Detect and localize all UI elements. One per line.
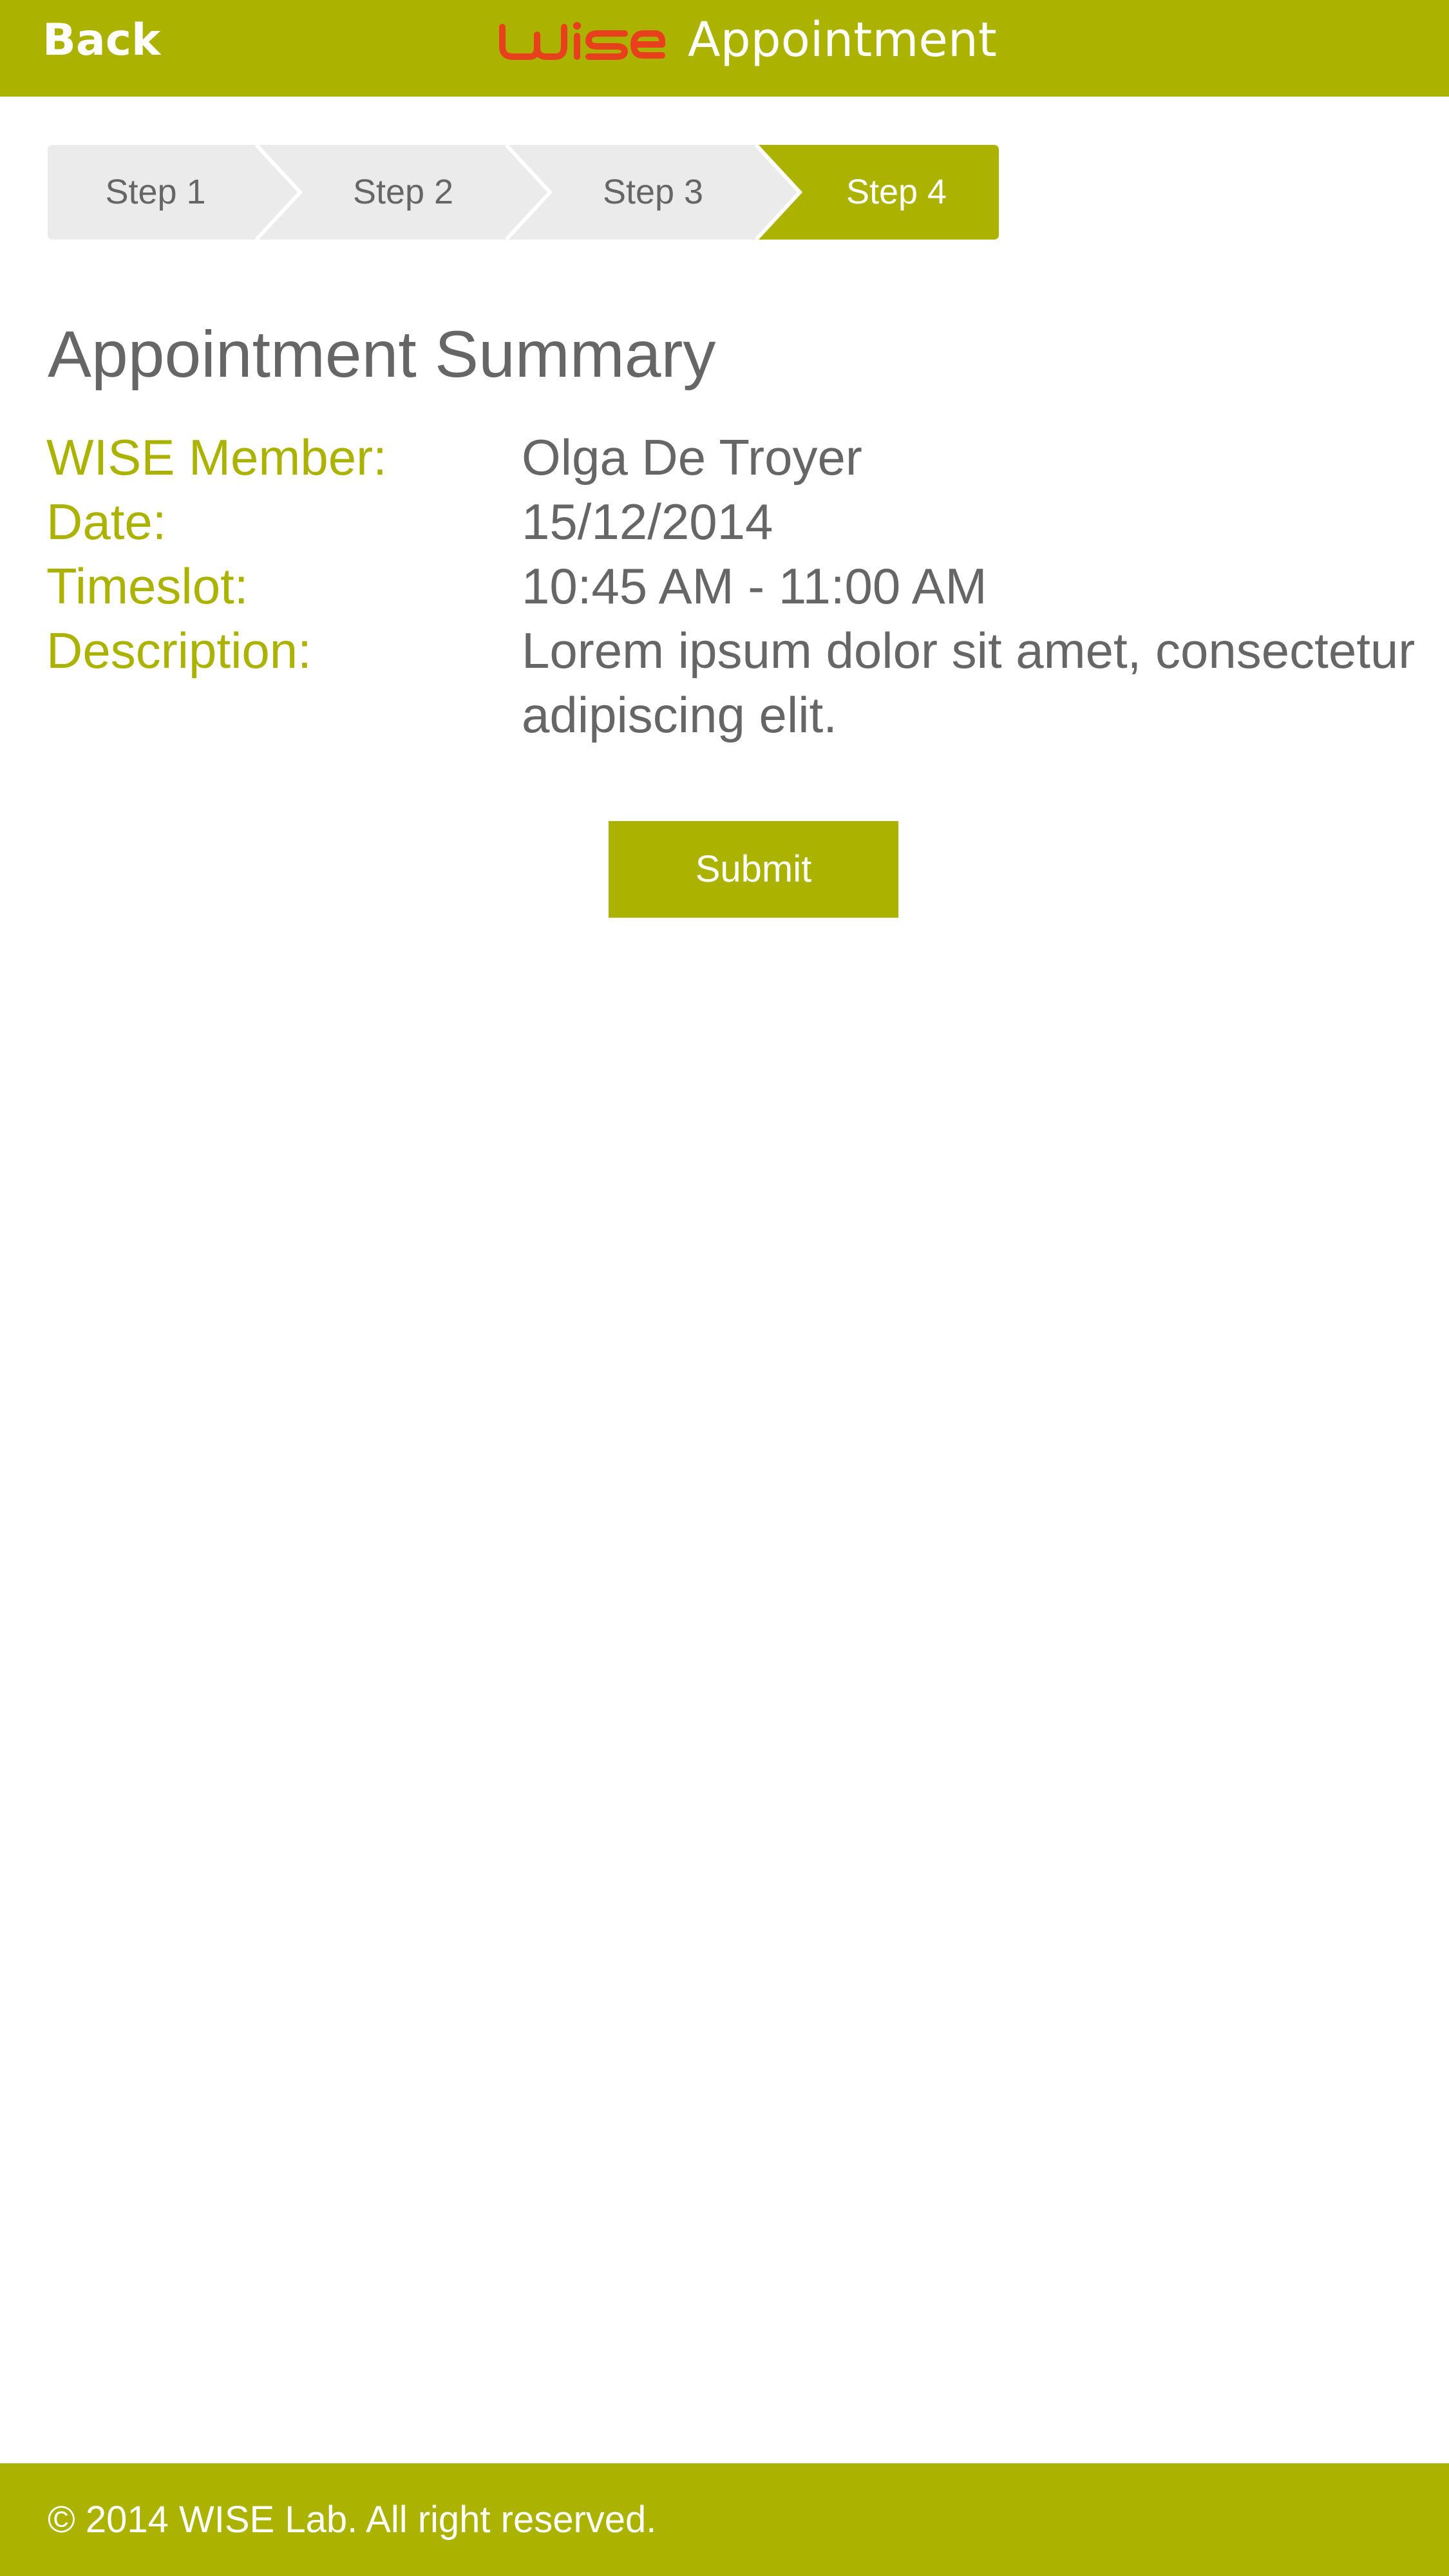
summary-row-description: Description: Lorem ipsum dolor sit amet,… <box>46 618 1437 747</box>
summary-details: WISE Member: Olga De Troyer Date: 15/12/… <box>46 425 1437 747</box>
timeslot-label: Timeslot: <box>46 558 249 614</box>
step-progress: Step 1 Step 2 Step 3 Step 4 <box>48 143 999 242</box>
page-title: Appointment <box>688 12 997 68</box>
description-value: Lorem ipsum dolor sit amet, consectetur … <box>522 622 1416 743</box>
footer-bar: © 2014 WISE Lab. All right reserved. <box>0 2463 1449 2576</box>
member-value: Olga De Troyer <box>522 429 862 486</box>
back-button[interactable]: Back <box>43 0 160 80</box>
wise-logo <box>499 21 665 60</box>
date-value: 15/12/2014 <box>522 493 773 550</box>
date-label: Date: <box>46 493 167 550</box>
step-4[interactable]: Step 4 <box>800 145 993 240</box>
submit-button[interactable]: Submit <box>609 821 898 918</box>
header-bar: Back Appointment <box>0 0 1449 97</box>
step-1[interactable]: Step 1 <box>48 145 263 240</box>
summary-row-date: Date: 15/12/2014 <box>46 489 1437 554</box>
appointment-page: Back Appointment Step 1 Step 2 Step 3 St… <box>0 0 1449 2576</box>
member-label: WISE Member: <box>46 429 387 486</box>
summary-row-timeslot: Timeslot: 10:45 AM - 11:00 AM <box>46 554 1437 618</box>
timeslot-value: 10:45 AM - 11:00 AM <box>522 558 987 614</box>
summary-title: Appointment Summary <box>48 317 716 391</box>
brand: Appointment <box>497 0 997 80</box>
step-2[interactable]: Step 2 <box>300 145 506 240</box>
summary-row-member: WISE Member: Olga De Troyer <box>46 425 1437 489</box>
step-3[interactable]: Step 3 <box>550 145 756 240</box>
copyright-text: © 2014 WISE Lab. All right reserved. <box>48 2499 657 2541</box>
description-label: Description: <box>46 622 312 679</box>
